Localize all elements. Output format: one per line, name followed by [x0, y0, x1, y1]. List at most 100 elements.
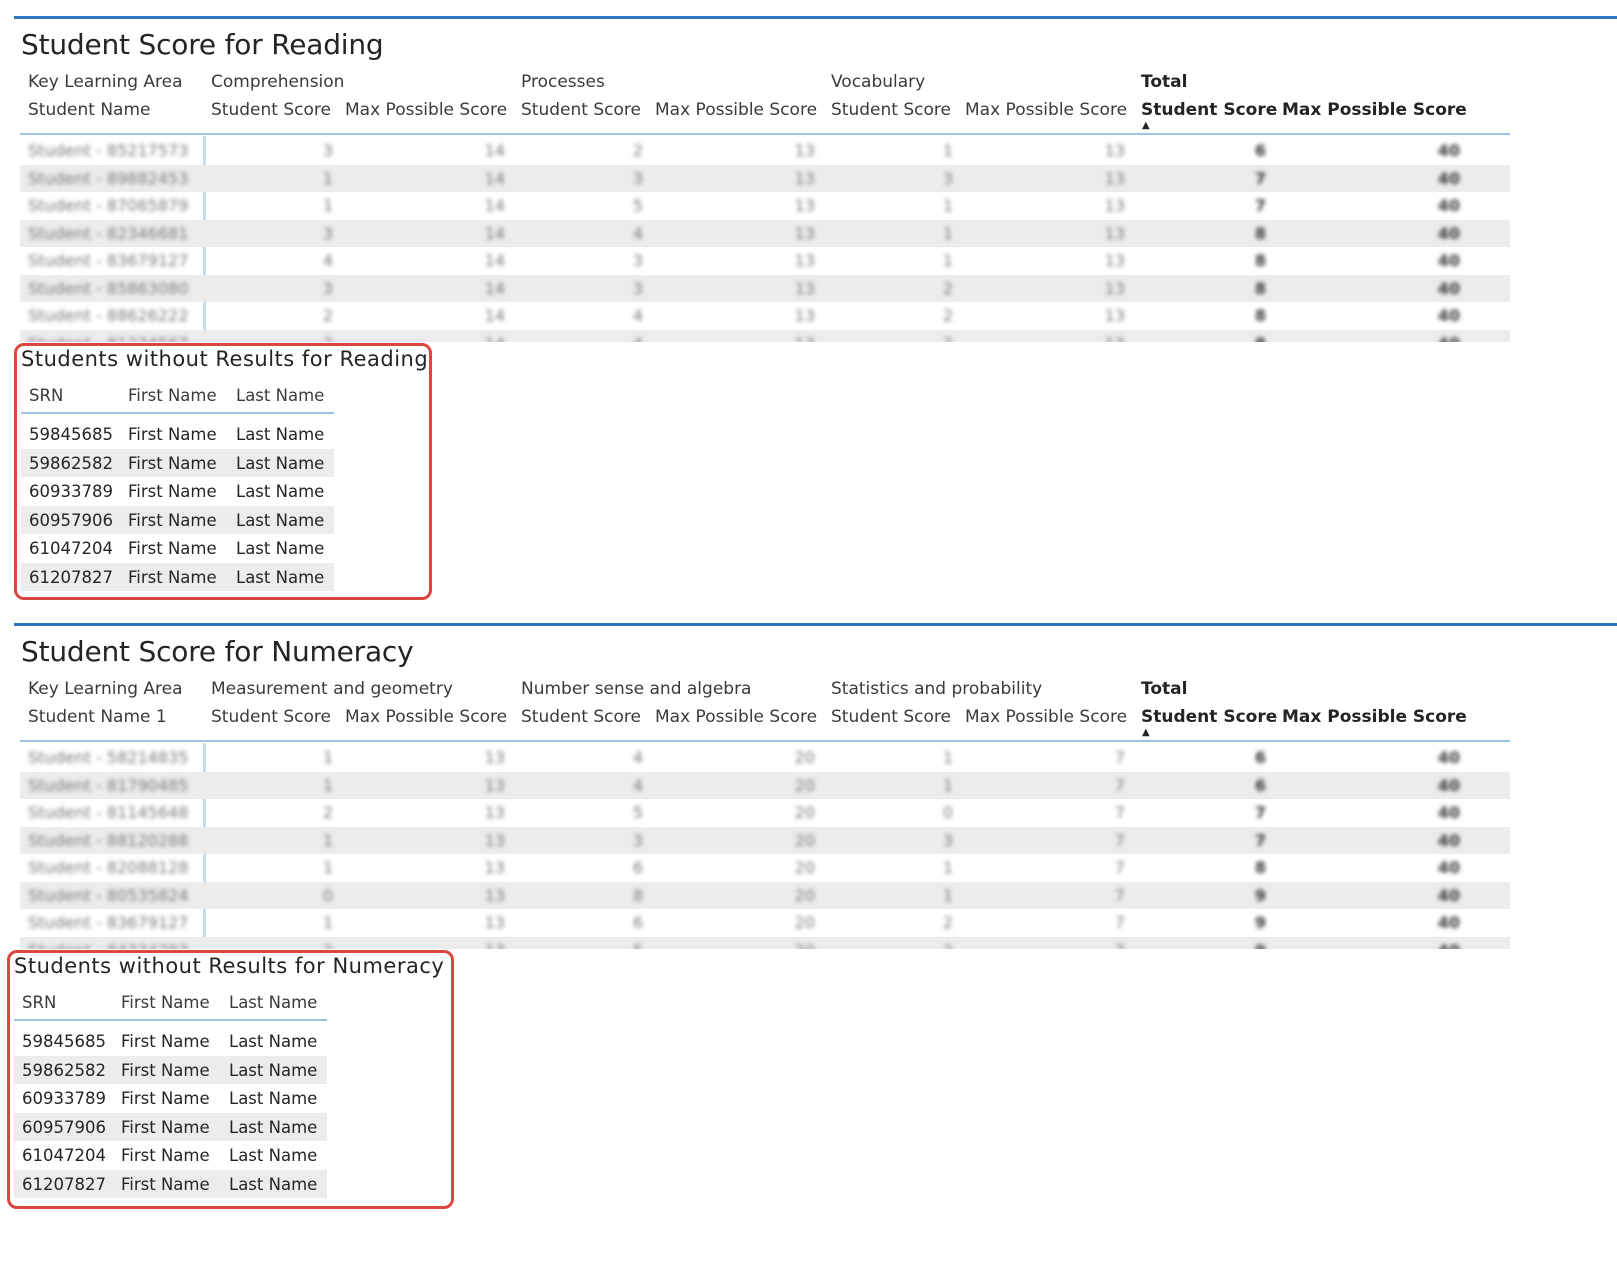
- col-last-name[interactable]: Last Name: [229, 993, 317, 1012]
- sort-ascending-icon[interactable]: ▲: [1142, 727, 1150, 738]
- table-row[interactable]: 60957906 First Name Last Name: [14, 1112, 327, 1141]
- column-group-measurement-and-geometry[interactable]: Measurement and geometry: [211, 679, 453, 699]
- table-row[interactable]: Student - 87065879 1 14 5 13 1 13 7 40: [20, 192, 1510, 220]
- col-student-score[interactable]: Student Score: [211, 100, 331, 120]
- table-row[interactable]: Student - 83679127 1 13 6 20 2 7 9 40: [20, 909, 1510, 937]
- table-row[interactable]: 59862582 First Name Last Name: [21, 448, 334, 477]
- score-cell: 4: [632, 748, 643, 767]
- table-row[interactable]: Student - 88626222 2 14 4 13 2 13 8 40: [20, 302, 1510, 330]
- table-row[interactable]: Student - 82088128 1 13 6 20 1 7 8 40: [20, 854, 1510, 882]
- col-total-max-possible-score[interactable]: Max Possible Score: [1282, 707, 1467, 727]
- table-row[interactable]: 61207827 First Name Last Name: [21, 562, 334, 591]
- score-cell: 13: [1085, 330, 1125, 343]
- score-cell: 5: [632, 196, 643, 215]
- col-max-possible-score[interactable]: Max Possible Score: [655, 100, 817, 120]
- table-row[interactable]: 61047204 First Name Last Name: [14, 1141, 327, 1170]
- numeracy-missing-rows: 59845685 First Name Last Name 59862582 First…: [14, 1021, 327, 1198]
- score-cell: 7: [1254, 803, 1266, 822]
- reading-missing-rows: 59845685 First Name Last Name 59862582 First…: [21, 414, 334, 591]
- table-row[interactable]: 60933789 First Name Last Name: [21, 477, 334, 506]
- score-cell: 13: [794, 196, 815, 215]
- score-cell: 40: [1437, 196, 1460, 215]
- score-cell: 1: [322, 748, 333, 767]
- col-max-possible-score[interactable]: Max Possible Score: [655, 707, 817, 727]
- table-row[interactable]: Student - 85217573 3 14 2 13 1 13 6 40: [20, 137, 1510, 165]
- score-cell: 40: [1437, 775, 1460, 795]
- sort-ascending-icon[interactable]: ▲: [1142, 120, 1150, 131]
- column-group-vocabulary[interactable]: Vocabulary: [831, 72, 925, 92]
- score-cell: 8: [1254, 251, 1266, 270]
- score-cell: 14: [484, 251, 505, 270]
- col-student-score[interactable]: Student Score: [831, 100, 951, 120]
- col-srn[interactable]: SRN: [29, 386, 63, 405]
- last-name-cell: Last Name: [229, 1032, 318, 1051]
- score-cell: 13: [775, 330, 815, 343]
- column-group-number-sense-and-algebra[interactable]: Number sense and algebra: [521, 679, 751, 699]
- table-row[interactable]: 61047204 First Name Last Name: [21, 534, 334, 563]
- first-name-cell: First Name: [121, 1032, 210, 1051]
- table-row[interactable]: Student - 88120288 1 13 3 20 3 7 7 40: [20, 826, 1510, 854]
- table-row[interactable]: Student - 81790485 1 13 4 20 1 7 6 40: [20, 771, 1510, 799]
- score-cell: 1: [942, 223, 953, 243]
- row-label-student-name[interactable]: Student Name: [28, 100, 150, 120]
- score-cell: 40: [1437, 141, 1460, 160]
- srn-cell: 59845685: [29, 425, 113, 444]
- first-name-cell: First Name: [128, 453, 217, 473]
- table-row[interactable]: 60957906 First Name Last Name: [21, 505, 334, 534]
- table-row[interactable]: 59845685 First Name Last Name: [21, 420, 334, 449]
- table-row[interactable]: Student - 82346681 3 14 4 13 1 13 8 40: [20, 219, 1510, 247]
- student-name-cell: Student - 88626222: [28, 306, 189, 325]
- col-total-student-score[interactable]: Student Score: [1141, 100, 1277, 120]
- reading-rows: Student - 85217573 3 14 2 13 1 13 6 40 Student - …: [20, 137, 1510, 342]
- col-student-score[interactable]: Student Score: [521, 707, 641, 727]
- col-student-score[interactable]: Student Score: [521, 100, 641, 120]
- column-group-processes[interactable]: Processes: [521, 72, 605, 92]
- numeracy-missing-table: SRN First Name Last Name 59845685 First N…: [14, 985, 327, 1198]
- student-name-cell: Student - 83679127: [28, 251, 189, 270]
- score-cell: 1: [322, 196, 333, 215]
- table-row[interactable]: 61207827 First Name Last Name: [14, 1169, 327, 1198]
- col-first-name[interactable]: First Name: [128, 386, 217, 405]
- col-last-name[interactable]: Last Name: [236, 386, 324, 405]
- table-row[interactable]: Student - 81234567 2 14 4 13 2 13 8 40: [20, 329, 1510, 343]
- score-cell: 13: [1104, 223, 1125, 243]
- col-max-possible-score[interactable]: Max Possible Score: [345, 100, 507, 120]
- reading-score-matrix: Key Learning Area Comprehension Processe…: [20, 72, 1510, 342]
- col-student-score[interactable]: Student Score: [831, 707, 951, 727]
- col-max-possible-score[interactable]: Max Possible Score: [965, 100, 1127, 120]
- table-row[interactable]: Student - 89882453 1 14 3 13 3 13 7 40: [20, 164, 1510, 192]
- score-cell: 13: [794, 141, 815, 160]
- table-row[interactable]: Student - 58214835 1 13 4 20 1 7 6 40: [20, 744, 1510, 772]
- srn-cell: 61207827: [22, 1174, 106, 1194]
- table-row[interactable]: Student - 80535824 0 13 8 20 1 7 9 40: [20, 881, 1510, 909]
- table-row[interactable]: 59862582 First Name Last Name: [14, 1055, 327, 1084]
- col-srn[interactable]: SRN: [22, 993, 56, 1012]
- column-group-total[interactable]: Total: [1141, 72, 1187, 92]
- reading-section-title: Student Score for Reading: [21, 28, 384, 61]
- table-row[interactable]: Student - 83679127 4 14 3 13 1 13 8 40: [20, 247, 1510, 275]
- table-row[interactable]: Student - 84334293 2 13 5 20 2 7 9 40: [20, 936, 1510, 949]
- column-group-comprehension[interactable]: Comprehension: [211, 72, 344, 92]
- column-group-total[interactable]: Total: [1141, 679, 1187, 699]
- score-cell: 20: [794, 885, 815, 905]
- col-max-possible-score[interactable]: Max Possible Score: [965, 707, 1127, 727]
- score-cell: 2: [942, 306, 953, 325]
- table-row[interactable]: 60933789 First Name Last Name: [14, 1084, 327, 1113]
- score-cell: 14: [484, 278, 505, 298]
- col-student-score[interactable]: Student Score: [211, 707, 331, 727]
- score-cell: 1: [322, 830, 333, 850]
- first-name-cell: First Name: [121, 1117, 210, 1137]
- table-row[interactable]: 59845685 First Name Last Name: [14, 1027, 327, 1056]
- col-max-possible-score[interactable]: Max Possible Score: [345, 707, 507, 727]
- student-name-cell: Student - 87065879: [28, 196, 189, 215]
- table-row[interactable]: Student - 81145648 2 13 5 20 0 7 7 40: [20, 799, 1510, 827]
- column-group-statistics-and-probability[interactable]: Statistics and probability: [831, 679, 1042, 699]
- srn-cell: 60957906: [29, 510, 113, 530]
- student-name-cell: Student - 80535824: [28, 885, 189, 905]
- col-total-student-score[interactable]: Student Score: [1141, 707, 1277, 727]
- col-total-max-possible-score[interactable]: Max Possible Score: [1282, 100, 1467, 120]
- col-first-name[interactable]: First Name: [121, 993, 210, 1012]
- row-label-student-name[interactable]: Student Name 1: [28, 707, 167, 727]
- score-cell: 9: [1254, 885, 1266, 905]
- table-row[interactable]: Student - 85863080 3 14 3 13 2 13 8 40: [20, 274, 1510, 302]
